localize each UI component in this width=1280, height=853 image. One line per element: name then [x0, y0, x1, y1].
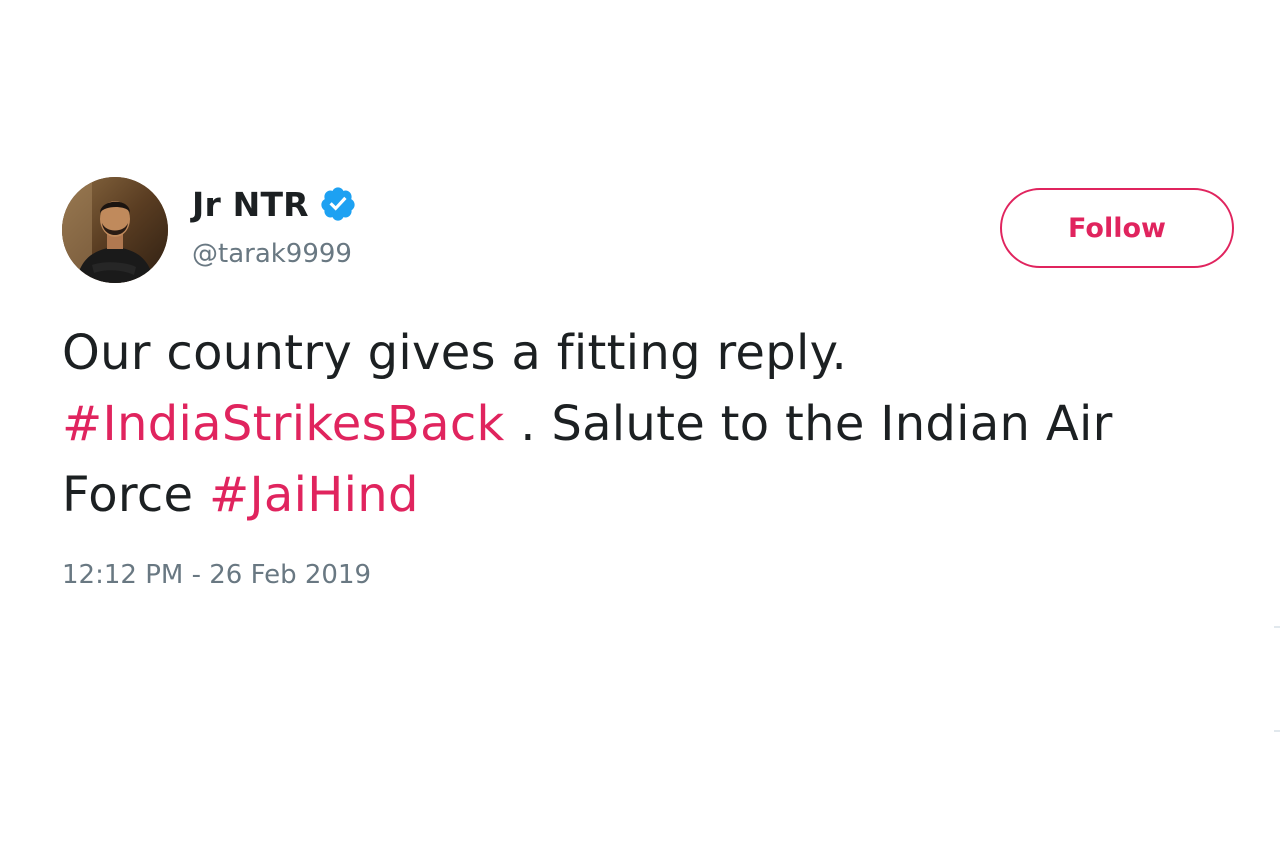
tweet-timestamp[interactable]: 12:12 PM - 26 Feb 2019: [62, 560, 371, 590]
tweet-card: Jr NTR @tarak9999 Follow Our country giv…: [0, 0, 1280, 853]
user-handle[interactable]: @tarak9999: [192, 239, 357, 269]
tweet-line-1: Our country gives a fitting reply.: [62, 325, 848, 381]
verified-badge-icon: [319, 185, 357, 223]
user-info: Jr NTR @tarak9999: [192, 182, 357, 269]
follow-button[interactable]: Follow: [1000, 188, 1234, 268]
hashtag-india-strikes-back[interactable]: #IndiaStrikesBack: [62, 396, 505, 452]
hashtag-jai-hind[interactable]: #JaiHind: [209, 467, 419, 523]
tweet-line-3: Force: [62, 467, 209, 523]
avatar[interactable]: [62, 177, 168, 283]
avatar-image: [62, 177, 168, 283]
divider: [1274, 730, 1280, 732]
name-row: Jr NTR: [192, 182, 357, 226]
divider: [1274, 626, 1280, 628]
tweet-text: Our country gives a fitting reply. #Indi…: [62, 318, 1262, 531]
display-name[interactable]: Jr NTR: [192, 185, 309, 224]
tweet-line-2: . Salute to the Indian Air: [504, 396, 1113, 452]
